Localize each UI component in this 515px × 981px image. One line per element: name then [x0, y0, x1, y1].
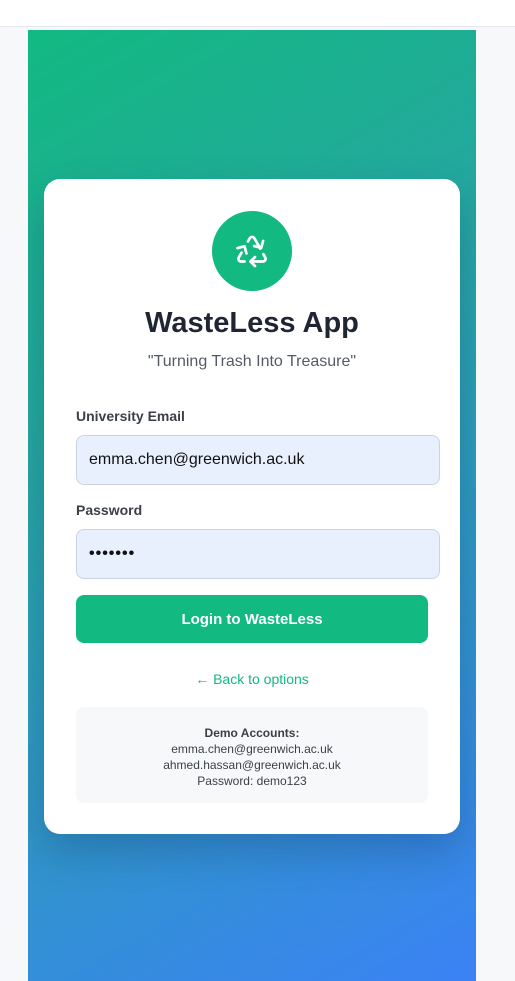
- demo-account-email: emma.chen@greenwich.ac.uk: [171, 742, 333, 756]
- login-button[interactable]: Login to WasteLess: [76, 595, 428, 643]
- password-label: Password: [76, 502, 143, 518]
- login-card: WasteLess App "Turning Trash Into Treasu…: [44, 179, 460, 834]
- recycle-icon: [236, 235, 267, 268]
- demo-account-email: ahmed.hassan@greenwich.ac.uk: [163, 758, 341, 772]
- demo-accounts-heading: Demo Accounts:: [204, 726, 300, 740]
- back-to-options-link[interactable]: ← Back to options: [44, 671, 460, 687]
- app-logo: [212, 211, 292, 291]
- email-value: emma.chen@greenwich.ac.uk: [89, 451, 305, 468]
- demo-accounts-box: Demo Accounts: emma.chen@greenwich.ac.uk…: [76, 707, 428, 803]
- app-tagline: "Turning Trash Into Treasure": [147, 353, 357, 370]
- gradient-background: WasteLess App "Turning Trash Into Treasu…: [28, 30, 476, 981]
- demo-password: Password: demo123: [197, 774, 307, 788]
- email-label: University Email: [76, 408, 185, 424]
- password-value: •••••••: [89, 545, 136, 562]
- browser-top-bar: [0, 0, 515, 27]
- password-field[interactable]: •••••••: [76, 529, 440, 579]
- app-title: WasteLess App: [145, 307, 359, 339]
- email-field[interactable]: emma.chen@greenwich.ac.uk: [76, 435, 440, 485]
